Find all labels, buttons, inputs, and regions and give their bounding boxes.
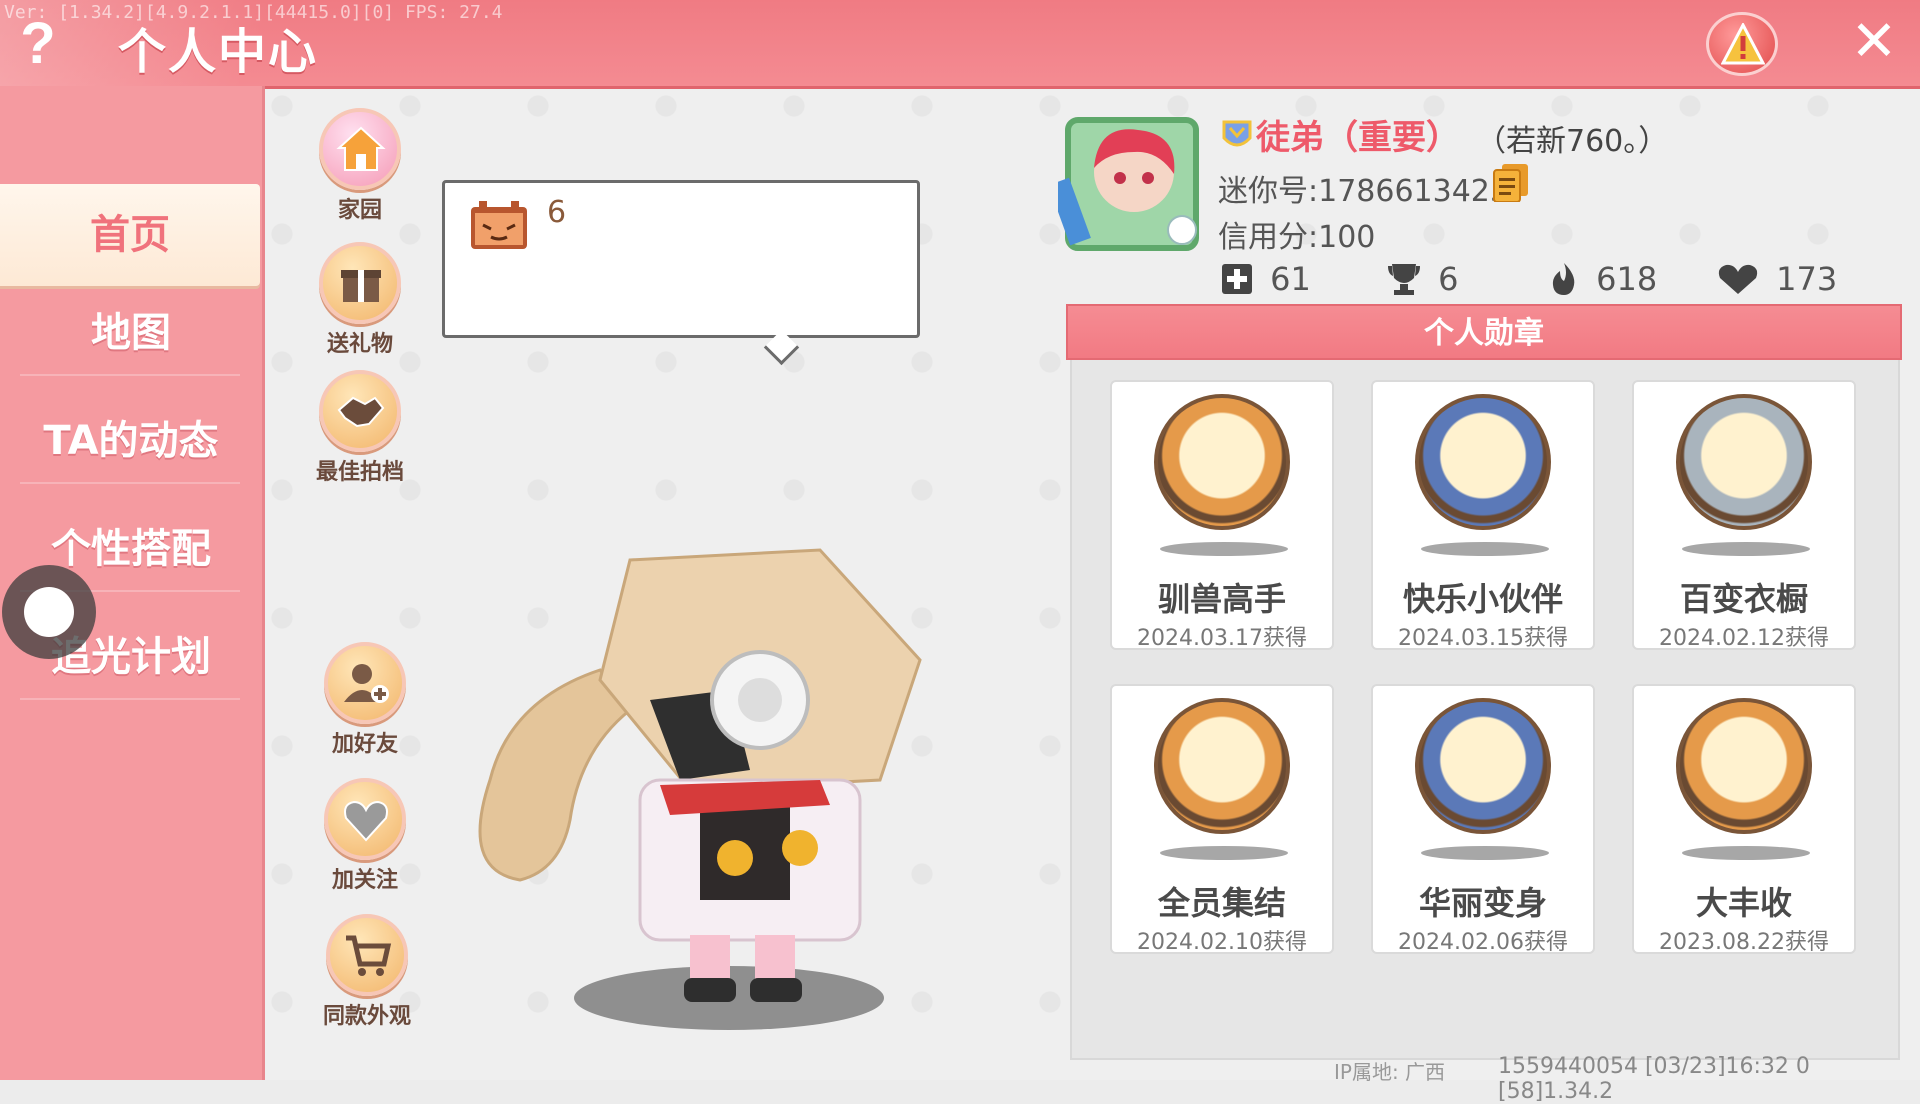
profile-avatar[interactable] <box>1058 110 1206 258</box>
credit-score: 信用分:100 <box>1218 220 1376 255</box>
floating-assist-button[interactable] <box>2 565 96 659</box>
medal-shadow <box>1421 542 1549 556</box>
stat-plus-value: 61 <box>1270 260 1311 298</box>
medal-name: 华丽变身 <box>1418 884 1547 922</box>
medal-date: 2024.03.15获得 <box>1398 626 1568 651</box>
medal-emblem-icon <box>1676 698 1812 834</box>
heart-icon <box>324 778 406 860</box>
medal-card[interactable]: 快乐小伙伴 2024.03.15获得 <box>1371 380 1595 651</box>
help-button[interactable]: ? <box>14 15 62 73</box>
report-button[interactable] <box>1706 12 1778 76</box>
ip-location: IP属地: 广西 <box>1334 1060 1446 1084</box>
copy-icon[interactable] <box>1492 162 1530 202</box>
player-name: 徒弟（重要） <box>1256 118 1460 158</box>
shopping-cart-icon <box>326 914 408 996</box>
medal-name: 快乐小伙伴 <box>1402 580 1563 618</box>
house-icon <box>319 108 401 190</box>
sidebar-item-map[interactable]: 地图 <box>0 282 262 384</box>
warning-icon <box>1721 23 1765 65</box>
medal-name: 百变衣橱 <box>1679 580 1808 618</box>
fire-icon <box>1552 263 1575 295</box>
medal-emblem-icon <box>1154 394 1290 530</box>
player-character[interactable] <box>400 540 960 1010</box>
medal-card[interactable]: 华丽变身 2024.02.06获得 <box>1371 684 1595 955</box>
medal-panel-title: 个人勋章 <box>1066 304 1902 360</box>
mini-block-icon <box>471 201 527 249</box>
medal-shadow <box>1682 846 1810 860</box>
top-bar: Ver: [1.34.2][4.9.2.1.1][44415.0][0] FPS… <box>0 0 1920 89</box>
medal-date: 2024.03.17获得 <box>1137 626 1307 651</box>
handshake-icon <box>319 370 401 452</box>
stat-fire-value: 618 <box>1596 260 1658 298</box>
gift-label: 送礼物 <box>326 332 393 357</box>
page-title: 个人中心 <box>118 24 319 80</box>
sidebar-item-feed[interactable]: TA的动态 <box>0 390 262 492</box>
medal-emblem-icon <box>1154 698 1290 834</box>
bubble-count: 6 <box>547 195 567 230</box>
heart-handshake-icon <box>1718 264 1758 294</box>
footer-info: 1559440054 [03/23]16:32 0 [58]1.34.2 <box>1498 1054 1810 1104</box>
medal-date: 2024.02.06获得 <box>1398 930 1568 955</box>
stat-trophy-value: 6 <box>1438 260 1459 298</box>
medal-card[interactable]: 百变衣橱 2024.02.12获得 <box>1632 380 1856 651</box>
medal-name: 全员集结 <box>1157 884 1286 922</box>
best-partner-label: 最佳拍档 <box>315 460 404 485</box>
trophy-icon <box>1388 264 1420 295</box>
medal-name: 驯兽高手 <box>1157 580 1286 618</box>
home-label: 家园 <box>337 198 382 223</box>
medal-card[interactable]: 全员集结 2024.02.10获得 <box>1110 684 1334 955</box>
vip-badge-icon <box>1222 120 1252 147</box>
stat-heart-value: 173 <box>1776 260 1838 298</box>
medal-emblem-icon <box>1415 698 1551 834</box>
speech-bubble[interactable]: 6 <box>442 180 920 338</box>
mini-id: 迷你号:1786613425 <box>1218 174 1509 209</box>
add-friend-icon <box>324 642 406 724</box>
home-button[interactable]: 家园 <box>305 108 415 224</box>
stat-fire: 618 <box>1548 258 1657 298</box>
close-button[interactable]: ✕ <box>1848 14 1900 70</box>
medal-emblem-icon <box>1415 394 1551 530</box>
medal-card[interactable]: 大丰收 2023.08.22获得 <box>1632 684 1856 955</box>
medal-emblem-icon <box>1676 394 1812 530</box>
medal-name: 大丰收 <box>1695 884 1792 922</box>
medal-shadow <box>1160 846 1288 860</box>
send-gift-button[interactable]: 送礼物 <box>305 242 415 358</box>
gift-icon <box>319 242 401 324</box>
medal-shadow <box>1682 542 1810 556</box>
stat-plus: 61 <box>1220 258 1311 298</box>
medal-date: 2024.02.12获得 <box>1659 626 1829 651</box>
best-partner-button[interactable]: 最佳拍档 <box>305 370 415 486</box>
sidebar-item-home[interactable]: 首页 <box>0 184 260 286</box>
player-signature: （若新760。） <box>1476 124 1669 159</box>
medal-date: 2023.08.22获得 <box>1659 930 1829 955</box>
medal-shadow <box>1421 846 1549 860</box>
stat-trophy: 6 <box>1386 258 1459 298</box>
plus-square-icon <box>1222 264 1252 294</box>
stat-heart: 173 <box>1716 258 1837 298</box>
medal-shadow <box>1160 542 1288 556</box>
medal-card[interactable]: 驯兽高手 2024.03.17获得 <box>1110 380 1334 651</box>
medal-date: 2024.02.10获得 <box>1137 930 1307 955</box>
